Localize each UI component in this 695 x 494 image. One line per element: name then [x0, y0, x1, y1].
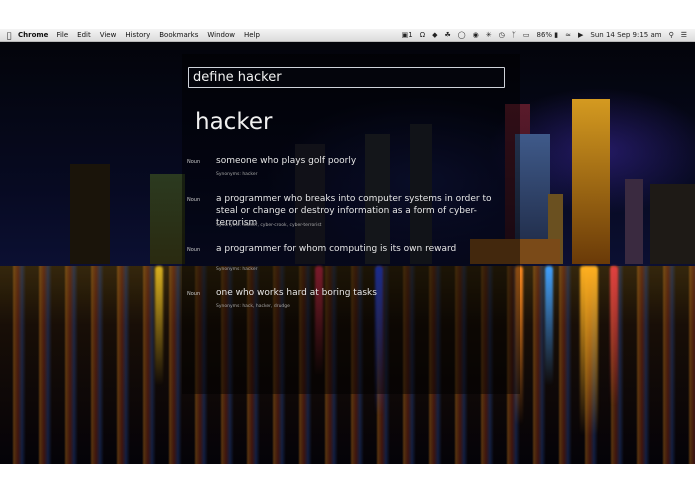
volume-icon[interactable]: ▶ — [578, 31, 583, 39]
evernote-icon[interactable]: ☘ — [444, 31, 450, 39]
synonyms: Synonyms: hacker, cyber-crook, cyber-ter… — [216, 223, 322, 228]
menu-bookmarks[interactable]: Bookmarks — [159, 31, 198, 39]
clock-time[interactable]: Sun 14 Sep 9:15 am — [590, 31, 661, 39]
monitor-icon[interactable]: ▣1 — [402, 31, 413, 39]
definition-text: someone who plays golf poorly — [216, 156, 357, 166]
fan-icon[interactable]: ✳ — [486, 31, 492, 39]
synonyms: Synonyms: hacker — [216, 267, 258, 272]
status-area: ▣1 Ω ◆ ☘ ◯ ◉ ✳ ◷ ᛉ ▭ 86% ▮ ≈ ▶ Sun 14 Se… — [402, 31, 695, 39]
sense-entry: Noun one who works hard at boring tasks … — [187, 287, 507, 317]
part-of-speech: Noun — [187, 247, 201, 253]
battery-percent: 86% — [536, 31, 553, 39]
wifi-icon[interactable]: ≈ — [565, 31, 571, 39]
bluetooth-icon[interactable]: ᛉ — [512, 31, 516, 39]
synonyms: Synonyms: hacker — [216, 172, 258, 177]
screen:  Chrome File Edit View History Bookmark… — [0, 29, 695, 464]
part-of-speech: Noun — [187, 197, 201, 203]
sense-entry: Noun a programmer who breaks into comput… — [187, 193, 507, 238]
building — [650, 184, 695, 264]
menu-help[interactable]: Help — [244, 31, 260, 39]
list-icon[interactable]: ☰ — [681, 31, 687, 39]
reflection — [580, 266, 598, 436]
menu-edit[interactable]: Edit — [77, 31, 91, 39]
airplay-icon[interactable]: ▭ — [523, 31, 530, 39]
apple-icon[interactable]:  — [0, 31, 18, 40]
reflection — [155, 266, 163, 386]
sense-entry: Noun a programmer for whom computing is … — [187, 243, 507, 273]
building — [70, 164, 110, 264]
menu-bar:  Chrome File Edit View History Bookmark… — [0, 29, 695, 42]
battery-icon[interactable]: 86% ▮ — [537, 31, 559, 39]
definition-text: a programmer for whom computing is its o… — [216, 244, 457, 254]
menu-window[interactable]: Window — [207, 31, 235, 39]
synonyms: Synonyms: hack, hacker, drudge — [216, 304, 290, 309]
menu-view[interactable]: View — [100, 31, 117, 39]
sense-entry: Noun someone who plays golf poorly Synon… — [187, 155, 507, 185]
menu-file[interactable]: File — [56, 31, 68, 39]
shield-icon[interactable]: ◯ — [458, 31, 466, 39]
reflection — [610, 266, 618, 406]
search-input[interactable] — [188, 67, 505, 88]
headword: hacker — [195, 109, 273, 135]
badge-count: 1 — [408, 31, 413, 39]
part-of-speech: Noun — [187, 291, 201, 297]
menu-history[interactable]: History — [125, 31, 150, 39]
building — [572, 99, 610, 264]
headphones-icon[interactable]: Ω — [420, 31, 425, 39]
building — [150, 174, 185, 264]
search-icon[interactable]: ⚲ — [669, 31, 674, 39]
definition-text: one who works hard at boring tasks — [216, 288, 377, 298]
reflection — [545, 266, 553, 386]
app-menu[interactable]: Chrome — [18, 31, 48, 39]
clock-icon[interactable]: ◷ — [499, 31, 505, 39]
dropbox-icon[interactable]: ◆ — [432, 31, 437, 39]
building — [625, 179, 643, 264]
eye-icon[interactable]: ◉ — [473, 31, 479, 39]
part-of-speech: Noun — [187, 159, 201, 165]
